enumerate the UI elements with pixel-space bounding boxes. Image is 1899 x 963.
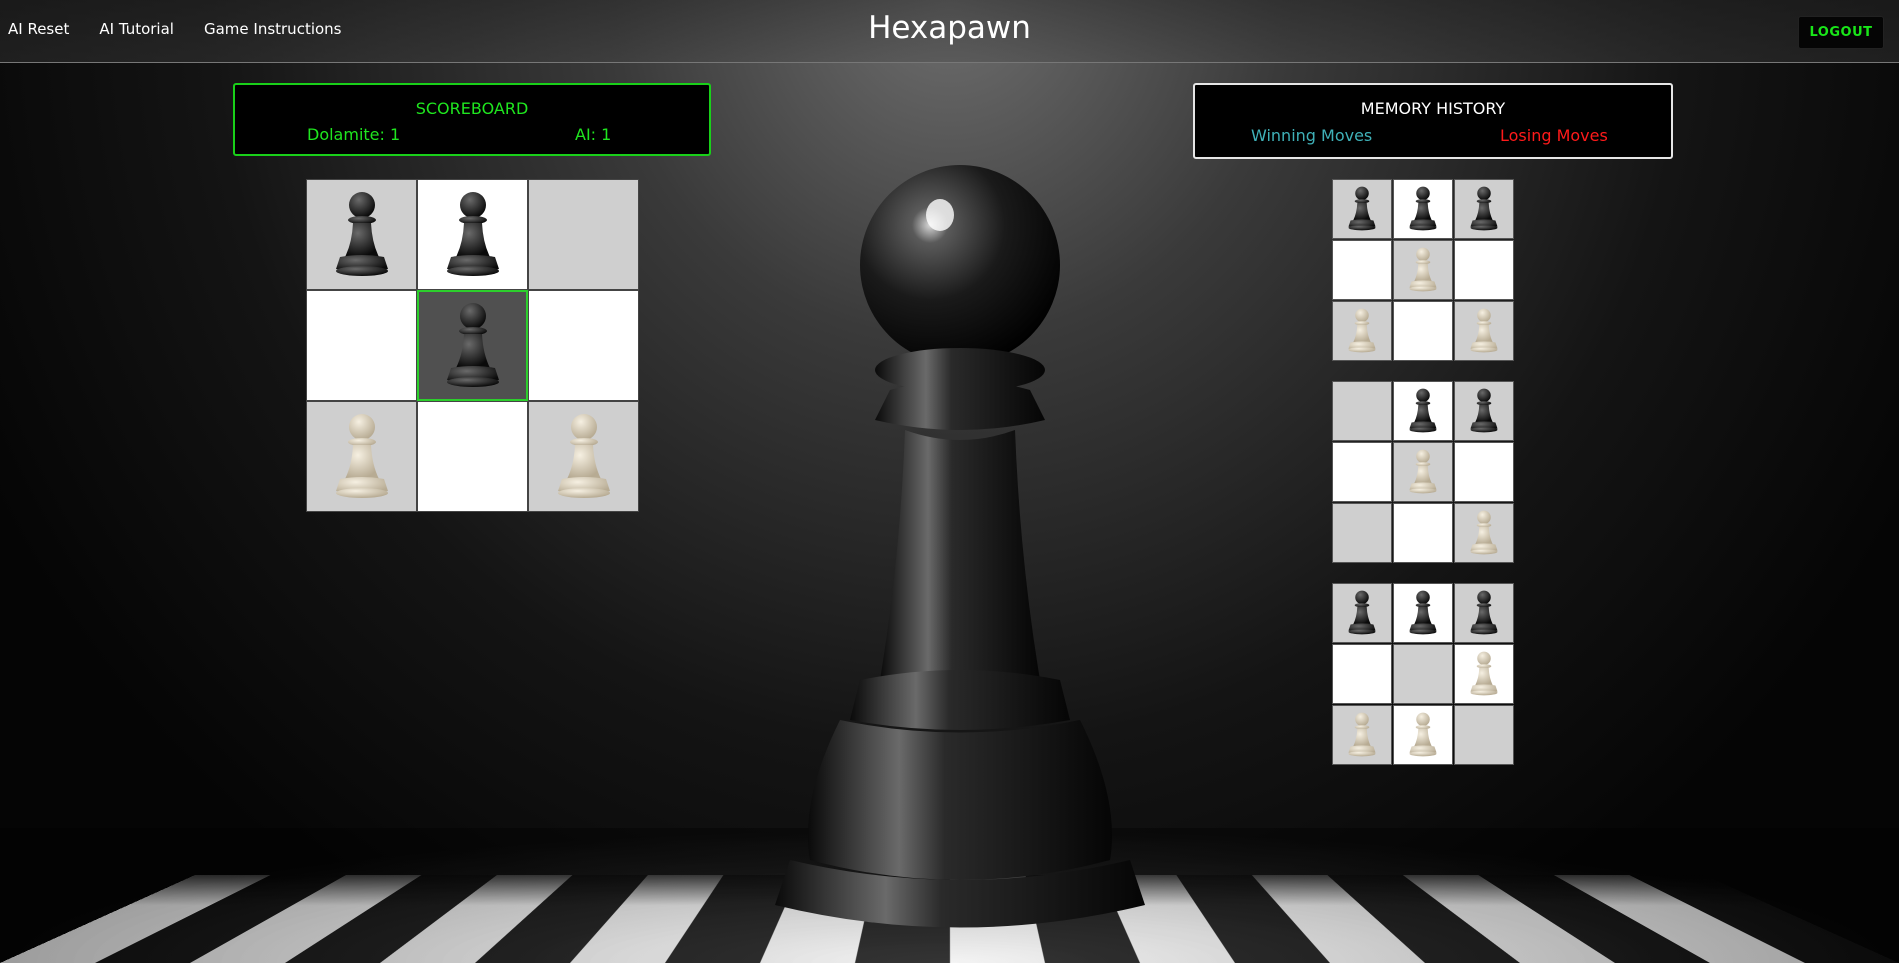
white-pawn-icon <box>1397 446 1449 498</box>
memory-square <box>1454 503 1514 563</box>
memory-square <box>1454 442 1514 502</box>
white-pawn-icon <box>1397 709 1449 761</box>
memory-square <box>1332 503 1392 563</box>
white-pawn-icon <box>1458 507 1510 559</box>
memory-board <box>1332 179 1515 362</box>
white-pawn-icon <box>534 407 634 507</box>
black-pawn-icon <box>1336 183 1388 235</box>
white-pawn-icon <box>1336 709 1388 761</box>
memory-square <box>1393 301 1453 361</box>
memory-square <box>1393 381 1453 441</box>
losing-moves-tab[interactable]: Losing Moves <box>1500 126 1608 145</box>
black-pawn-icon <box>1397 385 1449 437</box>
memory-square <box>1454 644 1514 704</box>
black-pawn-icon <box>1458 587 1510 639</box>
memory-square <box>1454 179 1514 239</box>
memory-square <box>1332 442 1392 502</box>
app-title: Hexapawn <box>868 10 1031 46</box>
memory-square <box>1393 705 1453 765</box>
board-square[interactable] <box>528 179 639 290</box>
memory-history: MEMORY HISTORY Winning Moves Losing Move… <box>1193 83 1673 159</box>
memory-square <box>1454 301 1514 361</box>
memory-square <box>1393 583 1453 643</box>
board-square[interactable] <box>306 179 417 290</box>
black-pawn-icon <box>423 296 523 396</box>
scoreboard-title: SCOREBOARD <box>415 99 529 118</box>
black-pawn-icon <box>1397 183 1449 235</box>
white-pawn-icon <box>1336 305 1388 357</box>
memory-square <box>1332 179 1392 239</box>
memory-square <box>1332 705 1392 765</box>
memory-square <box>1332 381 1392 441</box>
board-square[interactable] <box>306 290 417 401</box>
memory-square <box>1393 442 1453 502</box>
memory-square <box>1393 644 1453 704</box>
memory-square <box>1454 705 1514 765</box>
pawn-hero-icon <box>775 165 1145 928</box>
white-pawn-icon <box>1458 648 1510 700</box>
black-pawn-icon <box>312 185 412 285</box>
winning-moves-tab[interactable]: Winning Moves <box>1251 126 1372 145</box>
ai-score: AI: 1 <box>575 125 612 144</box>
black-pawn-icon <box>1397 587 1449 639</box>
board-square[interactable] <box>417 179 528 290</box>
logout-button[interactable]: LOGOUT <box>1798 16 1884 49</box>
memory-square <box>1332 644 1392 704</box>
memory-square <box>1332 301 1392 361</box>
memory-square <box>1393 240 1453 300</box>
board-square[interactable] <box>417 290 528 401</box>
black-pawn-icon <box>1458 385 1510 437</box>
scoreboard: SCOREBOARD Dolamite: 1 AI: 1 <box>233 83 711 156</box>
black-pawn-icon <box>1336 587 1388 639</box>
board-square[interactable] <box>417 401 528 512</box>
memory-square <box>1454 381 1514 441</box>
memory-square <box>1332 240 1392 300</box>
board-square[interactable] <box>528 290 639 401</box>
white-pawn-icon <box>312 407 412 507</box>
game-board <box>306 179 639 512</box>
memory-square <box>1454 240 1514 300</box>
top-navbar: AI Reset AI Tutorial Game Instructions H… <box>0 0 1899 63</box>
board-square[interactable] <box>306 401 417 512</box>
memory-square <box>1393 503 1453 563</box>
player-score: Dolamite: 1 <box>307 125 401 144</box>
board-square[interactable] <box>528 401 639 512</box>
memory-square <box>1454 583 1514 643</box>
memory-square <box>1393 179 1453 239</box>
black-pawn-icon <box>1458 183 1510 235</box>
memory-board <box>1332 583 1515 766</box>
white-pawn-icon <box>1397 244 1449 296</box>
black-pawn-icon <box>423 185 523 285</box>
memory-square <box>1332 583 1392 643</box>
white-pawn-icon <box>1458 305 1510 357</box>
memory-board <box>1332 381 1515 564</box>
memory-history-title: MEMORY HISTORY <box>1360 99 1506 118</box>
